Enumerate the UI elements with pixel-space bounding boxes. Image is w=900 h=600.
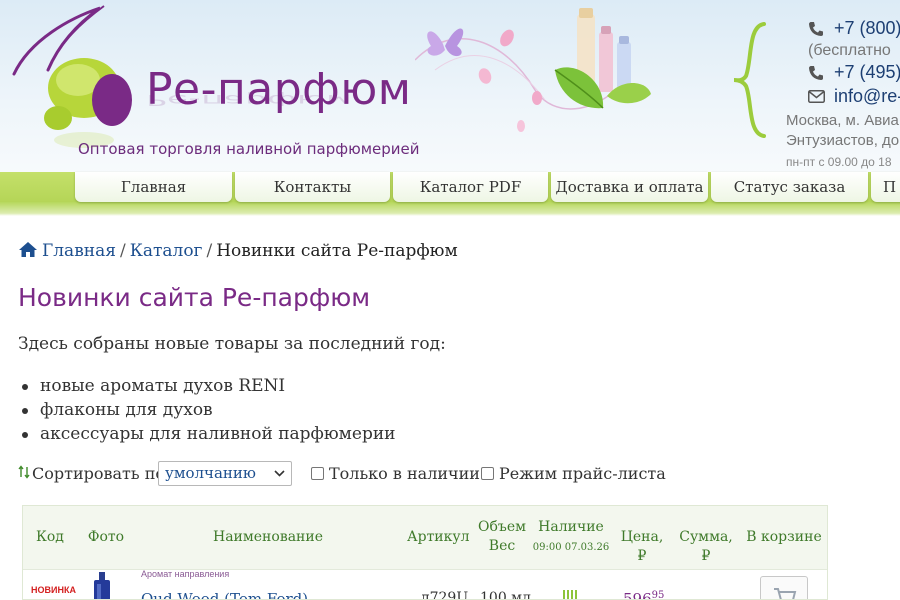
cart-icon — [774, 588, 797, 599]
new-badge: НОВИНКА — [31, 585, 76, 595]
column-header-volume-line1: Объем — [478, 519, 526, 535]
price-list-mode-checkbox[interactable] — [481, 467, 494, 480]
product-price-cents: 95 — [651, 590, 665, 600]
nav-item-home[interactable]: Главная — [75, 172, 232, 202]
envelope-icon — [808, 90, 825, 103]
in-stock-checkbox[interactable] — [311, 467, 324, 480]
list-item: новые ароматы духов RENI — [18, 374, 395, 398]
logo-tagline: Оптовая торговля наливной парфюмерией — [78, 140, 420, 158]
work-hours: пн-пт с 09.00 до 18 — [786, 155, 892, 169]
product-name-link[interactable]: Oud Wood (Tom Ford) — [141, 590, 308, 599]
products-table: Код Фото Наименование Артикул Объем Вес … — [22, 505, 828, 600]
breadcrumb-home[interactable]: Главная — [42, 241, 116, 261]
column-header-name[interactable]: Наименование — [183, 528, 353, 547]
price-list-mode-label[interactable]: Режим прайс-листа — [499, 464, 666, 483]
breadcrumb: Главная / Каталог / Новинки сайта Ре-парфюм — [18, 241, 458, 261]
phone-1[interactable]: +7 (800) — [834, 18, 900, 39]
sort-select-value: умолчанию — [165, 464, 256, 482]
list-item: аксессуары для наливной парфюмерии — [18, 422, 395, 446]
chevron-down-icon — [274, 470, 285, 477]
column-header-sum: Сумма, ₽ — [679, 529, 733, 564]
phone-icon — [809, 22, 823, 36]
column-header-volume[interactable]: Объем Вес — [475, 518, 529, 556]
breadcrumb-current: Новинки сайта Ре-парфюм — [216, 241, 458, 261]
breadcrumb-separator: / — [119, 241, 126, 261]
site-header: Ре-парфюм Ре-парфюм Оптовая торговля нал… — [0, 0, 900, 172]
product-price: 59695 — [623, 590, 665, 600]
butterfly-logo-icon[interactable] — [0, 0, 150, 150]
product-photo[interactable] — [91, 572, 113, 600]
column-header-volume-line2: Вес — [488, 538, 516, 554]
logo-reflection: Ре-парфюм — [146, 91, 353, 109]
filters-bar: Сортировать по: умолчанию Только в налич… — [18, 461, 818, 487]
nav-item-more[interactable]: П — [871, 172, 900, 202]
phone-2[interactable]: +7 (495) — [834, 62, 900, 83]
stock-level-icon — [563, 590, 577, 599]
page-intro: Здесь собраны новые товары за последний … — [18, 334, 446, 354]
phone-icon — [809, 66, 823, 80]
column-header-availability-label: Наличие — [538, 519, 604, 535]
nav-item-catalog-pdf[interactable]: Каталог PDF — [393, 172, 548, 202]
feature-list: новые ароматы духов RENI флаконы для дух… — [18, 374, 395, 446]
column-header-availability[interactable]: Наличие 09:00 07.03.26 — [531, 518, 611, 557]
breadcrumb-separator: / — [206, 241, 213, 261]
product-direction: Аромат направления — [141, 569, 230, 579]
phone-1-note: (бесплатно — [808, 42, 891, 59]
product-volume: 100 мл — [480, 590, 531, 600]
column-header-photo: Фото — [87, 529, 125, 545]
breadcrumb-catalog[interactable]: Каталог — [130, 241, 203, 261]
availability-date: 09:00 07.03.26 — [532, 542, 610, 553]
sort-icon — [18, 465, 30, 479]
sort-label: Сортировать по: — [32, 464, 171, 483]
column-header-price[interactable]: Цена, ₽ — [615, 528, 669, 566]
contacts-block: +7 (800) (бесплатно +7 (495) info@re- Мо… — [730, 12, 900, 172]
home-icon[interactable] — [18, 241, 38, 258]
decorative-perfume-illustration — [415, 8, 651, 132]
main-nav: Главная Контакты Каталог PDF Доставка и … — [0, 172, 900, 216]
nav-item-contacts[interactable]: Контакты — [235, 172, 390, 202]
add-to-cart-button[interactable] — [760, 576, 808, 599]
address-line-2: Энтузиастов, до — [786, 132, 900, 149]
brace-icon — [733, 22, 766, 138]
column-header-code[interactable]: Код — [29, 528, 71, 547]
table-row: НОВИНКА 14162 Аромат направления Oud Woo… — [23, 569, 827, 600]
sort-select[interactable]: умолчанию — [158, 461, 292, 486]
column-header-cart: В корзине — [746, 529, 822, 545]
product-price-main: 596 — [623, 590, 652, 600]
in-stock-label[interactable]: Только в наличии — [329, 464, 480, 483]
nav-item-order-status[interactable]: Статус заказа — [711, 172, 868, 202]
column-header-article[interactable]: Артикул — [407, 528, 470, 547]
product-article: д729U — [421, 590, 469, 600]
nav-item-delivery[interactable]: Доставка и оплата — [551, 172, 708, 202]
page-title: Новинки сайта Ре-парфюм — [18, 283, 371, 312]
list-item: флаконы для духов — [18, 398, 395, 422]
email-link[interactable]: info@re- — [834, 86, 900, 107]
address-line-1: Москва, м. Авиа — [786, 112, 899, 129]
